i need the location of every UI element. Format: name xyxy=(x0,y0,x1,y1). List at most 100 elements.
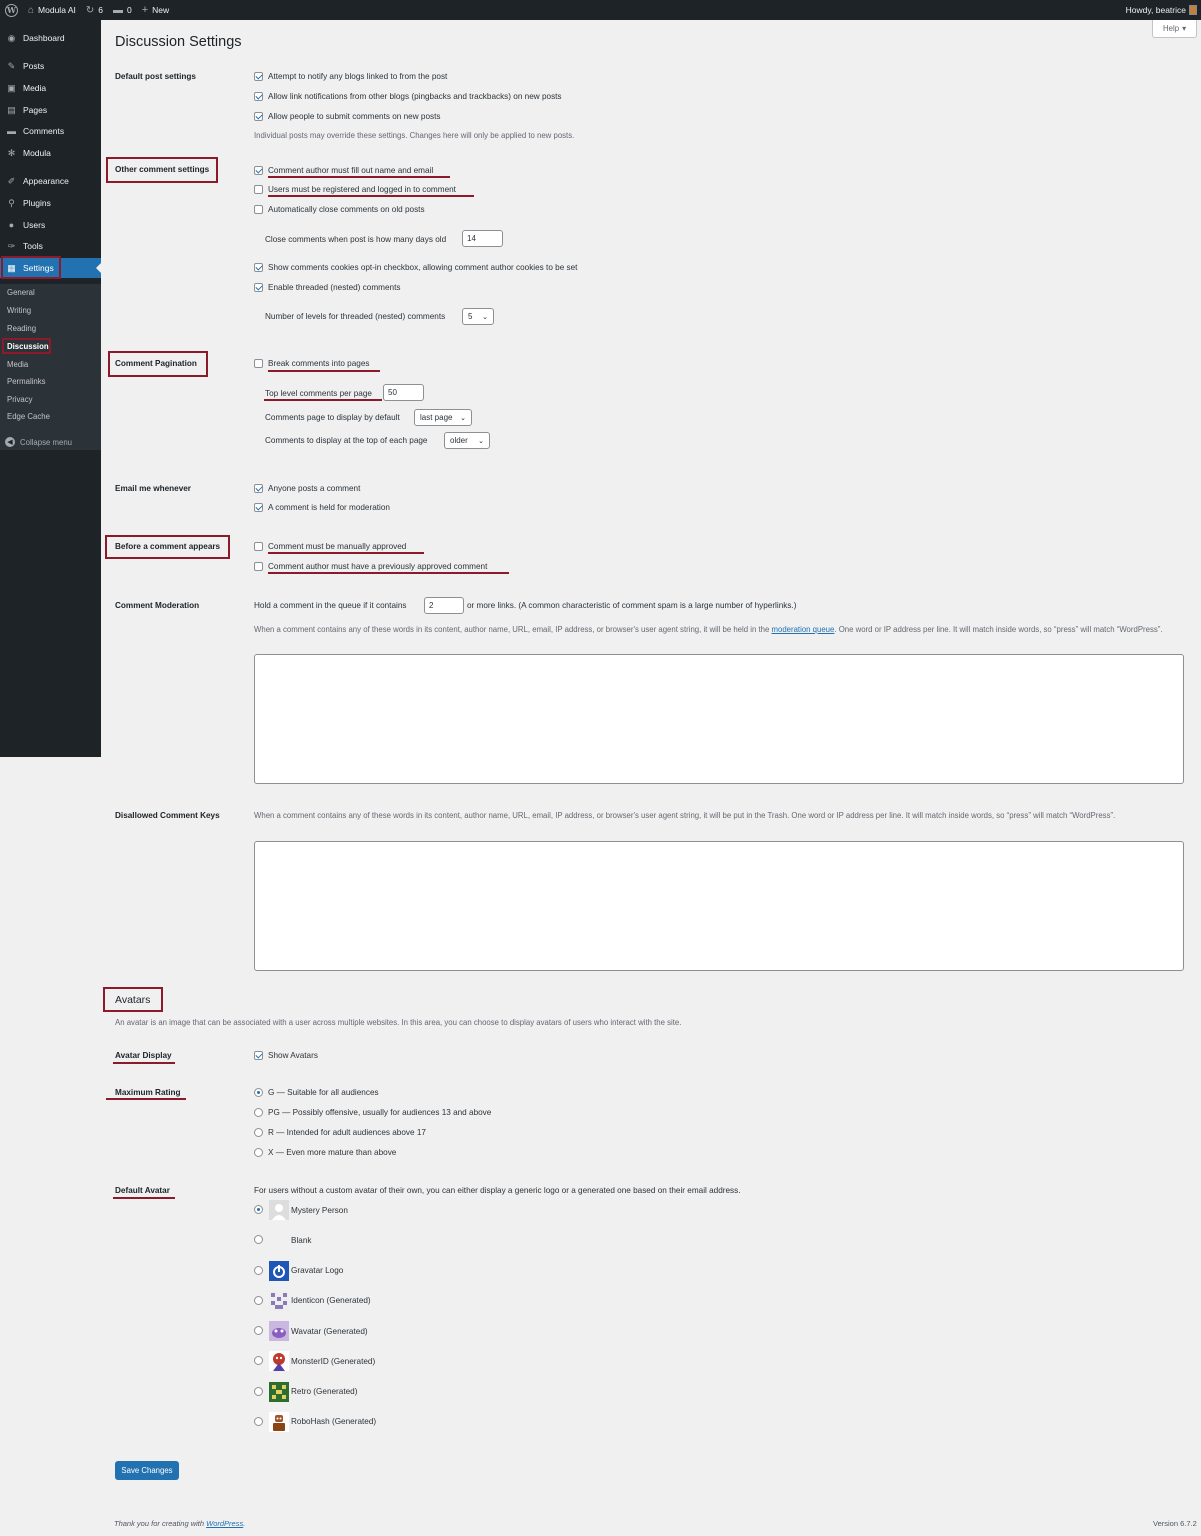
avatar-monsterid-radio[interactable] xyxy=(254,1356,263,1365)
identicon-icon xyxy=(269,1291,289,1311)
avatar xyxy=(1189,5,1197,15)
other-comment-settings-heading: Other comment settings xyxy=(115,165,210,174)
annotation-underline xyxy=(268,195,474,197)
home-icon: ⌂ xyxy=(28,4,35,16)
default-avatar-description: For users without a custom avatar of the… xyxy=(254,1186,741,1195)
require-name-email-checkbox[interactable] xyxy=(254,166,263,175)
cookies-opt-in-checkbox[interactable] xyxy=(254,263,263,272)
comments-per-page-input[interactable]: 50 xyxy=(383,384,424,401)
close-days-input[interactable]: 14 xyxy=(462,230,503,247)
rating-g-radio[interactable] xyxy=(254,1088,263,1097)
menu-label: Pages xyxy=(23,105,48,115)
menu-tools[interactable]: ✑ Tools xyxy=(0,236,101,256)
avatar-robohash-radio[interactable] xyxy=(254,1417,263,1426)
wordpress-link[interactable]: WordPress xyxy=(206,1519,243,1528)
annotation-box-settings xyxy=(1,256,61,279)
avatar-wavatar-radio[interactable] xyxy=(254,1326,263,1335)
menu-pages[interactable]: ▤ Pages xyxy=(0,100,101,120)
save-changes-button[interactable]: Save Changes xyxy=(115,1461,179,1480)
help-label: Help xyxy=(1163,24,1180,33)
help-tab[interactable]: Help ▾ xyxy=(1152,20,1197,38)
close-days-label: Close comments when post is how many day… xyxy=(265,235,447,244)
comments-menu[interactable]: ▬ 0 xyxy=(108,0,137,20)
avatar-blank-radio[interactable] xyxy=(254,1235,263,1244)
cookies-opt-in-label: Show comments cookies opt-in checkbox, a… xyxy=(268,263,578,272)
new-label: New xyxy=(152,5,170,15)
dashboard-icon: ◉ xyxy=(7,32,16,43)
comment-order-select[interactable]: older ⌄ xyxy=(444,432,490,449)
avatar-display-heading: Avatar Display xyxy=(115,1051,172,1060)
comment-order-label: Comments to display at the top of each p… xyxy=(265,436,428,445)
previously-approved-checkbox[interactable] xyxy=(254,562,263,571)
submenu-media[interactable]: Media xyxy=(7,360,28,369)
moderation-queue-link[interactable]: moderation queue xyxy=(772,625,835,634)
footer-dot: . xyxy=(243,1519,246,1528)
menu-plugins[interactable]: ⚲ Plugins xyxy=(0,193,101,213)
settings-submenu: General Writing Reading Discussion Media… xyxy=(0,284,101,450)
registration-required-checkbox[interactable] xyxy=(254,185,263,194)
disallowed-keys-heading: Disallowed Comment Keys xyxy=(115,811,220,820)
submenu-reading[interactable]: Reading xyxy=(7,324,36,333)
comments-count: 0 xyxy=(126,5,132,15)
menu-posts[interactable]: ✎ Posts xyxy=(0,56,101,76)
avatar-identicon-label: Identicon (Generated) xyxy=(291,1296,371,1305)
collapse-menu[interactable]: ◀ Collapse menu xyxy=(5,437,72,447)
comments-notify-checkbox[interactable] xyxy=(254,484,263,493)
annotation-box-discussion xyxy=(2,338,51,354)
manual-approval-checkbox[interactable] xyxy=(254,542,263,551)
my-account-menu[interactable]: Howdy, beatrice xyxy=(1126,5,1201,15)
annotation-underline xyxy=(264,399,382,401)
rating-x-radio[interactable] xyxy=(254,1148,263,1157)
show-avatars-checkbox[interactable] xyxy=(254,1051,263,1060)
menu-comments[interactable]: ▬ Comments xyxy=(0,121,101,141)
howdy-text: Howdy, beatrice xyxy=(1125,5,1186,15)
updates-menu[interactable]: ↻ 6 xyxy=(81,0,108,20)
avatar-gravatar-radio[interactable] xyxy=(254,1266,263,1275)
submenu-edge-cache[interactable]: Edge Cache xyxy=(7,412,50,421)
allow-comments-label: Allow people to submit comments on new p… xyxy=(268,112,441,121)
disallowed-keys-textarea[interactable] xyxy=(254,841,1184,971)
avatar-retro-radio[interactable] xyxy=(254,1387,263,1396)
avatars-intro: An avatar is an image that can be associ… xyxy=(115,1018,682,1027)
notify-blogs-checkbox[interactable] xyxy=(254,72,263,81)
rating-pg-radio[interactable] xyxy=(254,1108,263,1117)
submenu-privacy[interactable]: Privacy xyxy=(7,395,33,404)
max-links-input[interactable]: 2 xyxy=(424,597,464,614)
site-name-menu[interactable]: ⌂ Modula AI xyxy=(23,0,81,20)
rating-x-label: X — Even more mature than above xyxy=(268,1148,397,1157)
menu-appearance[interactable]: ✐ Appearance xyxy=(0,171,101,191)
avatar-robohash-label: RoboHash (Generated) xyxy=(291,1417,377,1426)
avatar-mystery-radio[interactable] xyxy=(254,1205,263,1214)
comment-order-value: older xyxy=(450,436,468,445)
avatar-identicon-radio[interactable] xyxy=(254,1296,263,1305)
email-me-whenever-heading: Email me whenever xyxy=(115,484,191,493)
thread-levels-select[interactable]: 5 ⌄ xyxy=(462,308,494,325)
monsterid-icon xyxy=(269,1351,289,1371)
wp-logo-menu[interactable]: W xyxy=(0,0,23,20)
updates-icon: ↻ xyxy=(85,4,95,16)
notify-blogs-label: Attempt to notify any blogs linked to fr… xyxy=(268,72,448,81)
moderation-notify-checkbox[interactable] xyxy=(254,503,263,512)
pingbacks-checkbox[interactable] xyxy=(254,92,263,101)
allow-comments-checkbox[interactable] xyxy=(254,112,263,121)
submenu-writing[interactable]: Writing xyxy=(7,306,31,315)
menu-dashboard[interactable]: ◉ Dashboard xyxy=(0,28,101,48)
threaded-comments-label: Enable threaded (nested) comments xyxy=(268,283,401,292)
default-comments-page-select[interactable]: last page ⌄ xyxy=(414,409,472,426)
submenu-permalinks[interactable]: Permalinks xyxy=(7,377,46,386)
tools-icon: ✑ xyxy=(7,240,16,251)
menu-modula[interactable]: ✻ Modula xyxy=(0,143,101,163)
registration-required-label: Users must be registered and logged in t… xyxy=(268,185,456,194)
rating-r-radio[interactable] xyxy=(254,1128,263,1137)
menu-label: Plugins xyxy=(23,198,51,208)
new-content-menu[interactable]: + New xyxy=(137,0,174,20)
threaded-comments-checkbox[interactable] xyxy=(254,283,263,292)
gravatar-logo-icon xyxy=(269,1261,289,1281)
close-comments-checkbox[interactable] xyxy=(254,205,263,214)
menu-users[interactable]: ● Users xyxy=(0,215,101,235)
page-comments-checkbox[interactable] xyxy=(254,359,263,368)
menu-media[interactable]: ▣ Media xyxy=(0,78,101,98)
moderation-keys-textarea[interactable] xyxy=(254,654,1184,784)
caret-down-icon: ▾ xyxy=(1182,24,1186,33)
submenu-general[interactable]: General xyxy=(7,288,35,297)
